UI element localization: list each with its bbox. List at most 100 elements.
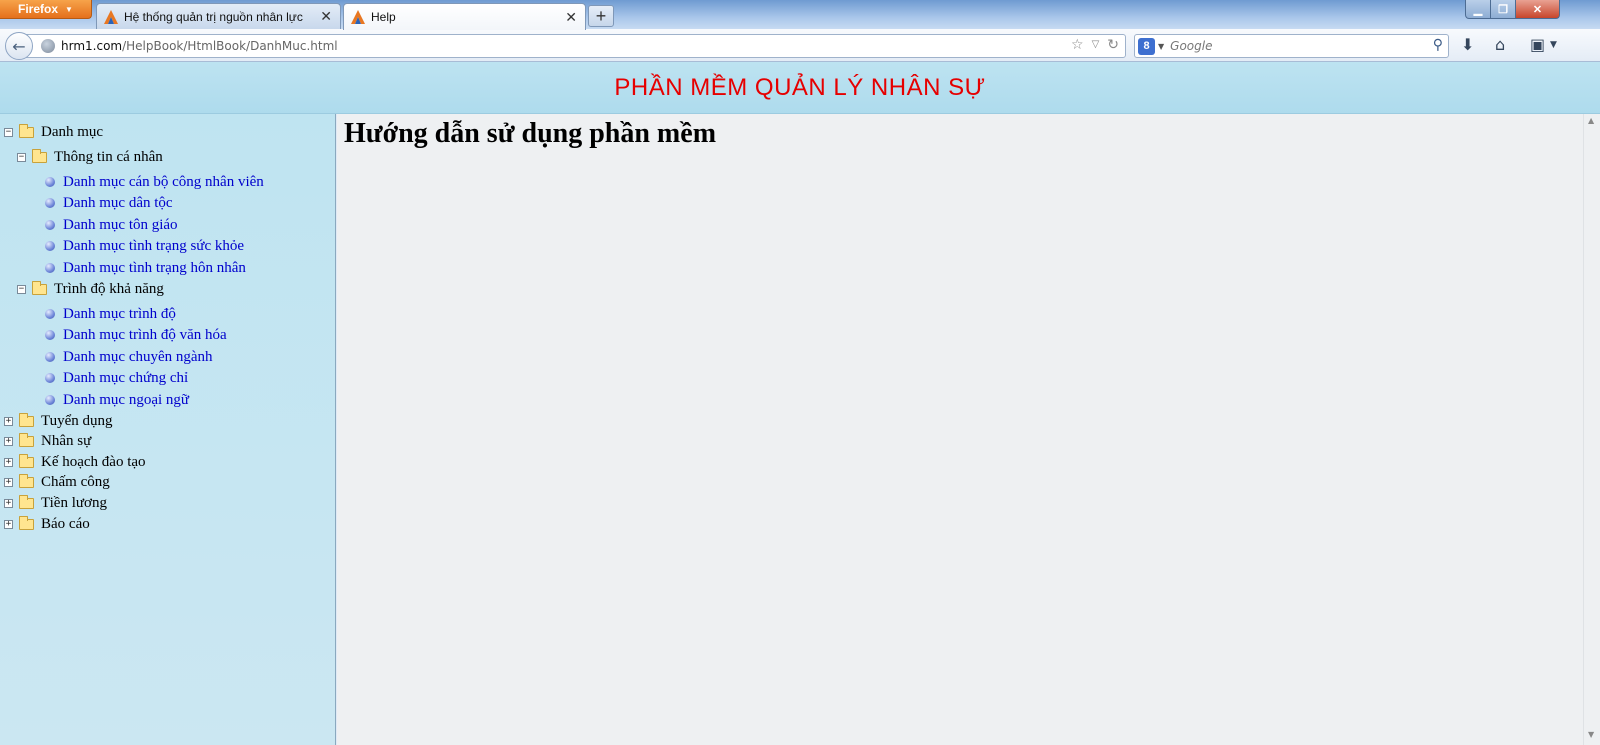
collapse-icon[interactable]: −	[4, 127, 13, 137]
new-tab-button[interactable]: +	[588, 5, 614, 27]
bullet-icon	[45, 198, 55, 208]
sidebar-tree: − Danh mục − Thông tin cá nhân Danh mục …	[0, 114, 336, 745]
tree-link[interactable]: Danh mục trình độ văn hóa	[63, 327, 227, 344]
search-icon[interactable]: ⚲	[1433, 37, 1443, 53]
home-icon[interactable]: ⌂	[1495, 37, 1505, 53]
tree-folder-tien-luong[interactable]: + Tiền lương	[4, 493, 107, 513]
bullet-icon	[45, 263, 55, 273]
download-icon[interactable]: ⬇	[1461, 37, 1474, 53]
app-logo-icon	[104, 9, 118, 24]
tab-label: Hệ thống quản trị nguồn nhân lực	[124, 9, 303, 24]
firefox-menu-button[interactable]: Firefox ▼	[0, 0, 92, 19]
search-bar[interactable]: 8 ▼ Google ⚲	[1134, 34, 1449, 58]
page-title: PHẦN MỀM QUẢN LÝ NHÂN SỰ	[614, 73, 986, 101]
tree-label: Danh mục	[41, 123, 104, 140]
navigation-bar: hrm1.com/HelpBook/HtmlBook/DanhMuc.html …	[0, 29, 1600, 62]
search-input[interactable]: Google	[1170, 39, 1212, 53]
tree-label: Trình độ khả năng	[54, 280, 164, 297]
tree-link[interactable]: Danh mục ngoại ngữ	[63, 392, 189, 409]
bullet-icon	[45, 309, 55, 319]
folder-icon	[19, 494, 34, 509]
tree-item-chung-chi[interactable]: Danh mục chứng chỉ	[45, 368, 188, 388]
restore-icon: ❐	[1498, 3, 1508, 16]
close-window-button[interactable]: ✕	[1515, 0, 1560, 19]
folder-icon	[19, 473, 34, 488]
content-heading: Hướng dẫn sử dụng phần mềm	[344, 118, 717, 149]
firefox-menu-label: Firefox	[18, 2, 59, 16]
tree-link[interactable]: Danh mục tôn giáo	[63, 217, 178, 234]
bullet-icon	[45, 177, 55, 187]
bookmarks-icon[interactable]: ▣	[1530, 37, 1545, 53]
tree-link[interactable]: Danh mục chứng chỉ	[63, 370, 188, 387]
bullet-icon	[45, 352, 55, 362]
expand-icon[interactable]: +	[4, 519, 13, 529]
tree-item-ton-giao[interactable]: Danh mục tôn giáo	[45, 215, 178, 235]
tree-link[interactable]: Danh mục trình độ	[63, 306, 176, 323]
title-bar: Firefox ▼ Hệ thống quản trị nguồn nhân l…	[0, 0, 1600, 30]
close-icon[interactable]: ✕	[565, 9, 577, 26]
chevron-down-icon: ▼	[65, 4, 73, 14]
expand-icon[interactable]: +	[4, 416, 13, 426]
tree-link[interactable]: Danh mục cán bộ công nhân viên	[63, 174, 264, 191]
tree-folder-trinh-do-kha-nang[interactable]: − Trình độ khả năng	[17, 279, 164, 299]
tree-folder-thong-tin-ca-nhan[interactable]: − Thông tin cá nhân	[17, 147, 163, 167]
chevron-down-icon[interactable]: ▼	[1550, 41, 1557, 50]
url-host: hrm1.com	[61, 39, 123, 53]
tree-label: Chấm công	[41, 473, 110, 490]
expand-icon[interactable]: +	[4, 436, 13, 446]
restore-button[interactable]: ❐	[1490, 0, 1516, 19]
scroll-up-icon[interactable]: ▲	[1588, 116, 1594, 125]
tree-folder-ke-hoach-dao-tao[interactable]: + Kế hoạch đào tạo	[4, 452, 146, 472]
bullet-icon	[45, 241, 55, 251]
back-arrow-icon: ←	[12, 36, 26, 56]
tab-label: Help	[371, 10, 396, 24]
tree-link[interactable]: Danh mục tình trạng sức khỏe	[63, 238, 244, 255]
chevron-down-icon[interactable]: ▼	[1158, 42, 1164, 51]
search-engine-icon[interactable]: 8	[1138, 37, 1155, 55]
folder-icon	[19, 123, 34, 138]
close-icon[interactable]: ✕	[320, 8, 332, 25]
expand-icon[interactable]: +	[4, 457, 13, 467]
tab-hrm[interactable]: Hệ thống quản trị nguồn nhân lực ✕	[96, 3, 341, 29]
collapse-icon[interactable]: −	[17, 284, 26, 294]
tree-item-ngoai-ngu[interactable]: Danh mục ngoại ngữ	[45, 390, 189, 410]
tree-item-chuyen-nganh[interactable]: Danh mục chuyên ngành	[45, 347, 213, 367]
url-text[interactable]: hrm1.com/HelpBook/HtmlBook/DanhMuc.html	[61, 39, 338, 53]
tree-label: Kế hoạch đào tạo	[41, 453, 146, 470]
content-pane: Hướng dẫn sử dụng phần mềm	[337, 114, 1583, 745]
tab-help[interactable]: Help ✕	[343, 3, 586, 30]
tree-item-hon-nhan[interactable]: Danh mục tình trạng hôn nhân	[45, 258, 246, 278]
expand-icon[interactable]: +	[4, 477, 13, 487]
content-scrollbar[interactable]: ▲ ▼	[1583, 114, 1600, 745]
url-tools: ☆ ▽ ↻	[1071, 37, 1119, 53]
history-dropdown-icon[interactable]: ▽	[1092, 39, 1100, 53]
tree-folder-nhan-su[interactable]: + Nhân sự	[4, 431, 91, 451]
reload-icon[interactable]: ↻	[1107, 37, 1119, 53]
back-button[interactable]: ←	[5, 32, 33, 60]
tree-folder-cham-cong[interactable]: + Chấm công	[4, 472, 110, 492]
bullet-icon	[45, 395, 55, 405]
tree-item-trinh-do-van-hoa[interactable]: Danh mục trình độ văn hóa	[45, 325, 227, 345]
bookmark-star-icon[interactable]: ☆	[1071, 37, 1084, 53]
folder-icon	[19, 515, 34, 530]
expand-icon[interactable]: +	[4, 498, 13, 508]
tree-folder-danh-muc[interactable]: − Danh mục	[4, 122, 103, 142]
tree-item-trinh-do[interactable]: Danh mục trình độ	[45, 304, 176, 324]
tree-link[interactable]: Danh mục chuyên ngành	[63, 349, 213, 366]
url-bar[interactable]: hrm1.com/HelpBook/HtmlBook/DanhMuc.html …	[22, 34, 1126, 58]
bullet-icon	[45, 220, 55, 230]
tree-link[interactable]: Danh mục tình trạng hôn nhân	[63, 260, 246, 277]
minimize-button[interactable]: ▁	[1465, 0, 1491, 19]
tree-item-suc-khoe[interactable]: Danh mục tình trạng sức khỏe	[45, 236, 244, 256]
tree-label: Nhân sự	[41, 432, 92, 449]
tree-item-dan-toc[interactable]: Danh mục dân tộc	[45, 193, 173, 213]
folder-icon	[19, 412, 34, 427]
tree-label: Thông tin cá nhân	[54, 148, 163, 165]
folder-icon	[19, 453, 34, 468]
tree-folder-bao-cao[interactable]: + Báo cáo	[4, 514, 90, 534]
tree-folder-tuyen-dung[interactable]: + Tuyển dụng	[4, 411, 113, 431]
tree-item-can-bo-cong-nhan-vien[interactable]: Danh mục cán bộ công nhân viên	[45, 172, 264, 192]
scroll-down-icon[interactable]: ▼	[1588, 730, 1594, 739]
tree-link[interactable]: Danh mục dân tộc	[63, 195, 173, 212]
collapse-icon[interactable]: −	[17, 152, 26, 162]
